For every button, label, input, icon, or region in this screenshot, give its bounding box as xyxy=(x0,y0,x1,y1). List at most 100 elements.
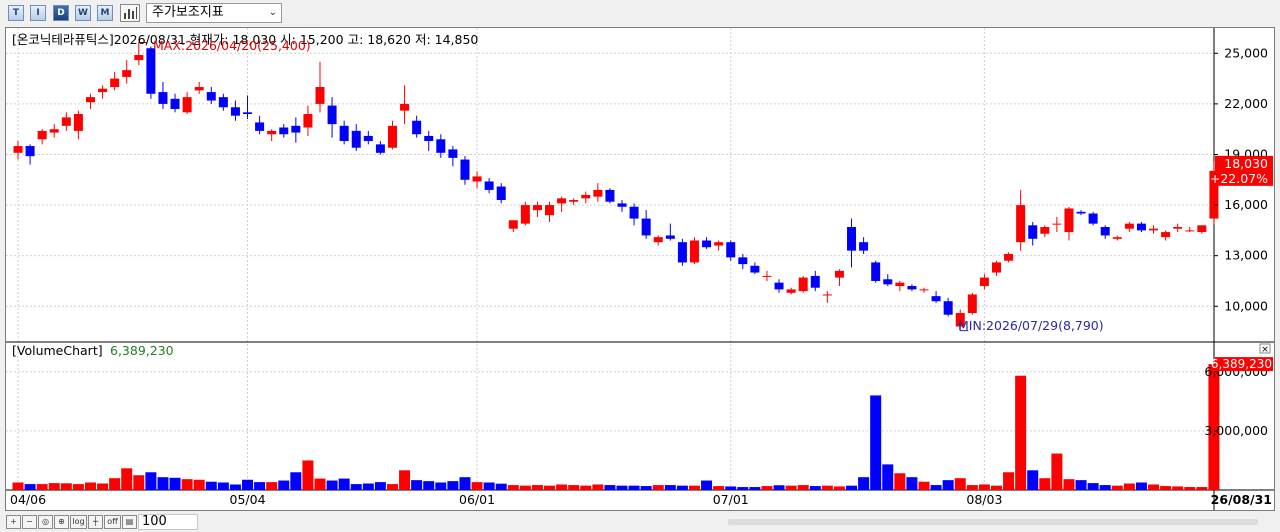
stock-chart[interactable]: 25,00022,00019,00016,00013,00010,00018,0… xyxy=(6,28,1274,510)
crosshair-off-button[interactable]: off xyxy=(104,515,121,529)
chevron-down-icon: ⌄ xyxy=(268,7,277,18)
candle-body xyxy=(158,92,168,104)
zoom-level-input[interactable]: 100 xyxy=(138,514,198,530)
zoom-reset-icon[interactable]: ◎ xyxy=(38,515,53,529)
volume-bar xyxy=(109,478,121,490)
volume-bar xyxy=(121,468,133,490)
volume-bar xyxy=(978,484,990,490)
period-tick-button[interactable]: T xyxy=(8,5,24,21)
volume-bar xyxy=(930,485,942,490)
candle-body xyxy=(73,114,83,131)
horizontal-scrollbar[interactable] xyxy=(728,519,1258,525)
volume-bar xyxy=(713,486,725,490)
volume-bar xyxy=(36,484,48,490)
candle-body xyxy=(702,240,712,248)
candle-body xyxy=(907,286,917,290)
candle-body xyxy=(557,198,567,204)
candle-body xyxy=(1064,208,1074,233)
crosshair-icon[interactable]: ┼ xyxy=(88,515,103,529)
volume-bar xyxy=(966,485,978,490)
candle-body xyxy=(436,139,446,153)
volume-bar xyxy=(773,485,785,490)
candle-body xyxy=(146,48,156,94)
candle-body xyxy=(1028,225,1038,239)
candle-body xyxy=(834,270,844,278)
volume-bar xyxy=(302,460,314,490)
chart-area[interactable]: 25,000 22,000 19,000 16,000 13,000 10,000 18,0… xyxy=(5,27,1275,511)
zoom-in-icon[interactable]: + xyxy=(6,515,21,529)
volume-bar xyxy=(797,485,809,490)
volume-bar xyxy=(278,480,290,490)
candle-body xyxy=(943,301,953,315)
axis-labels: 25,00022,00019,00016,00013,00010,00018,0… xyxy=(10,42,1273,507)
candle-body xyxy=(363,135,373,141)
volume-bar xyxy=(169,477,181,490)
candle-body xyxy=(424,135,434,141)
candle-body xyxy=(750,265,760,273)
candle-body xyxy=(967,294,977,314)
volume-bar xyxy=(568,485,580,490)
overlays: [온코닉테라퓨틱스]2026/08/31 현재가: 18,030 시: 15,2… xyxy=(12,32,1104,358)
volume-bar xyxy=(1123,483,1135,490)
volume-bar xyxy=(1075,480,1087,490)
volume-bar xyxy=(652,485,664,490)
volume-bar xyxy=(725,486,737,490)
candle-body xyxy=(122,70,132,77)
volume-bar xyxy=(580,485,592,490)
candle-body xyxy=(714,242,724,246)
volume-bar xyxy=(447,481,459,490)
candle-body xyxy=(279,127,289,135)
volume-bar xyxy=(254,482,266,490)
last-volume-label: 6,389,230 xyxy=(1211,357,1272,371)
volume-bar xyxy=(12,482,24,490)
volume-series xyxy=(12,364,1220,490)
candle-body xyxy=(774,282,784,290)
volume-bar xyxy=(290,472,302,490)
period-minute-button[interactable]: I xyxy=(30,5,46,21)
candle-body xyxy=(315,87,325,104)
volume-bar xyxy=(350,484,362,490)
period-week-button[interactable]: W xyxy=(75,5,91,21)
volume-bar xyxy=(193,479,205,490)
volume-bar xyxy=(544,485,556,490)
candle-body xyxy=(110,78,120,88)
volume-bar xyxy=(314,478,326,490)
candle-body xyxy=(170,98,180,109)
candle-body xyxy=(1016,205,1026,243)
candle-body xyxy=(1040,227,1050,234)
indicator-select[interactable]: 주가보조지표 ⌄ xyxy=(146,3,282,23)
volume-bar xyxy=(1039,478,1051,490)
volume-bar xyxy=(954,478,966,490)
volume-bar xyxy=(531,485,543,490)
candle-body xyxy=(738,257,748,265)
volume-bar xyxy=(205,481,217,490)
volume-bar xyxy=(833,486,845,490)
log-scale-button[interactable]: log xyxy=(70,515,87,529)
candle-body xyxy=(786,289,796,293)
max-price-label: MAX:2026/04/20(25,400) xyxy=(153,38,311,53)
candle-body xyxy=(1161,232,1171,238)
bar-chart-toggle-icon[interactable] xyxy=(120,4,140,22)
volume-bar xyxy=(1160,486,1172,490)
candle-body xyxy=(1124,223,1134,229)
period-day-button[interactable]: D xyxy=(53,5,69,21)
volume-bar xyxy=(1111,485,1123,490)
zoom-out-icon[interactable]: − xyxy=(22,515,37,529)
candle-body xyxy=(484,181,494,190)
zoom-area-icon[interactable]: ⊕ xyxy=(54,515,69,529)
candle-body xyxy=(605,189,615,202)
settings-icon[interactable]: ▤ xyxy=(122,515,137,529)
volume-bar xyxy=(1027,470,1039,490)
volume-bar xyxy=(72,484,84,490)
volume-bar xyxy=(604,485,616,490)
volume-bar xyxy=(84,482,96,490)
candle-body xyxy=(1197,225,1207,233)
time-axis-label: 26/08/31 xyxy=(1211,492,1272,507)
candle-body xyxy=(291,125,301,133)
period-month-button[interactable]: M xyxy=(97,5,113,21)
time-axis-label: 08/03 xyxy=(966,492,1002,507)
volume-bar xyxy=(688,485,700,490)
volume-bar xyxy=(374,482,386,490)
volume-bar xyxy=(435,482,447,490)
candle-body xyxy=(25,146,35,157)
